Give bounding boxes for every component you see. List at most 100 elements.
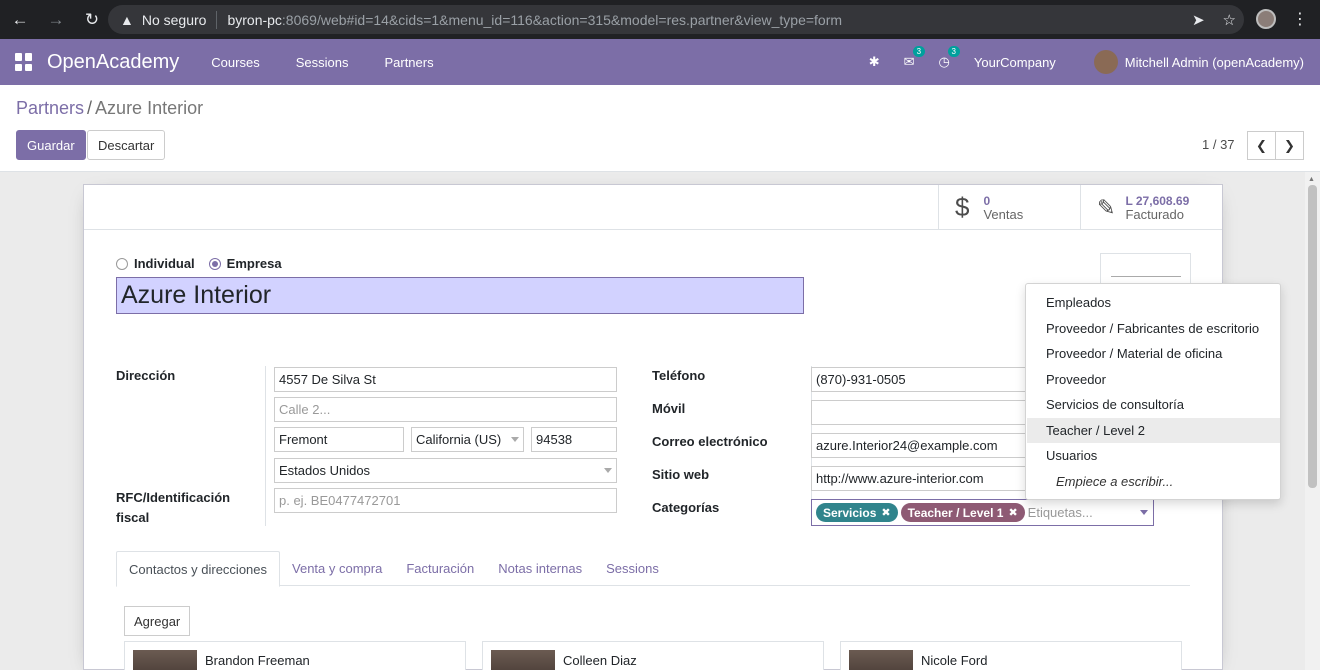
activity-clock-icon[interactable]: ◷ 3 [939, 46, 960, 70]
dropdown-option-highlighted[interactable]: Teacher / Level 2 [1027, 418, 1280, 443]
menu-courses[interactable]: Courses [211, 55, 279, 70]
dropdown-option[interactable]: Usuarios [1027, 443, 1280, 468]
add-contact-button[interactable]: Agregar [124, 606, 191, 636]
dropdown-option[interactable]: Proveedor [1027, 367, 1280, 392]
chevron-down-icon[interactable] [1140, 510, 1148, 515]
smart-button-box: $ 0 Ventas ✎ L 27,608.69 Facturado [84, 185, 1222, 230]
tab-sales-purchase[interactable]: Venta y compra [280, 551, 394, 586]
chevron-down-icon [511, 437, 519, 442]
state-value: California (US) [416, 432, 502, 447]
tag-label: Servicios [823, 505, 877, 520]
company-switcher[interactable]: YourCompany [974, 55, 1056, 70]
tags-placeholder[interactable]: Etiquetas... [1028, 505, 1093, 520]
label-vat-2: fiscal [116, 510, 150, 525]
forward-arrow-icon[interactable]: → [40, 4, 72, 36]
sales-count: 0 [983, 193, 991, 208]
contact-card[interactable]: Nicole Ford [840, 641, 1182, 670]
tab-sessions[interactable]: Sessions [594, 551, 671, 586]
send-icon[interactable]: ➤ [1192, 11, 1205, 29]
tab-internal-notes[interactable]: Notas internas [486, 551, 594, 586]
control-panel: Partners / Azure Interior Guardar Descarta… [0, 85, 1320, 172]
scroll-up-arrow-icon[interactable]: ▲ [1308, 176, 1315, 183]
breadcrumb-partners[interactable]: Partners [16, 98, 84, 118]
url-path: :8069/web#id=14&cids=1&menu_id=116&actio… [281, 11, 843, 28]
reload-icon[interactable]: ↻ [76, 4, 108, 36]
back-arrow-icon[interactable]: ← [4, 4, 36, 36]
contact-photo [491, 650, 555, 670]
discard-button[interactable]: Descartar [87, 130, 166, 160]
street-field[interactable]: 4557 De Silva St [274, 367, 617, 392]
zip-field[interactable]: 94538 [531, 427, 617, 452]
sales-label: Ventas [983, 206, 1024, 222]
star-icon[interactable]: ☆ [1223, 11, 1236, 29]
dropdown-create-hint[interactable]: Empiece a escribir... [1027, 469, 1280, 494]
activities-badge: 3 [947, 46, 960, 57]
invoiced-label: Facturado [1125, 206, 1184, 222]
pager-value[interactable]: 1 / 37 [1202, 137, 1235, 152]
tag-chip: Servicios ✖ [816, 503, 898, 522]
divider [265, 366, 266, 526]
kebab-menu-icon[interactable]: ⋮ [1292, 9, 1308, 29]
tag-remove-icon[interactable]: ✖ [881, 506, 890, 519]
url-text[interactable]: byron-pc:8069/web#id=14&cids=1&menu_id=1… [227, 12, 842, 28]
tab-invoicing[interactable]: Facturación [394, 551, 486, 586]
menu-sessions[interactable]: Sessions [296, 55, 369, 70]
vat-field[interactable]: p. ej. BE0477472701 [274, 488, 617, 513]
invoiced-smart-button[interactable]: ✎ L 27,608.69 Facturado [1080, 185, 1222, 230]
scrollbar-thumb[interactable] [1308, 185, 1317, 488]
save-button[interactable]: Guardar [16, 130, 86, 160]
contact-photo [133, 650, 197, 670]
tag-remove-icon[interactable]: ✖ [1008, 506, 1017, 519]
radio-company-label[interactable]: Empresa [227, 256, 282, 271]
city-field[interactable]: Fremont [274, 427, 404, 452]
contact-photo [849, 650, 913, 670]
browser-toolbar: ← → ↻ ▲ No seguro byron-pc:8069/web#id=1… [0, 0, 1320, 39]
label-email: Correo electrónico [652, 434, 768, 449]
insecure-label: No seguro [141, 11, 207, 28]
messages-badge: 3 [912, 46, 926, 57]
breadcrumb: Partners / Azure Interior [16, 98, 203, 119]
dropdown-option[interactable]: Proveedor / Fabricantes de escritorio [1027, 316, 1280, 341]
tag-label: Teacher / Level 1 [907, 505, 1004, 520]
contact-card[interactable]: Brandon Freeman [124, 641, 466, 670]
breadcrumb-separator: / [87, 98, 93, 118]
radio-individual-label[interactable]: Individual [134, 256, 195, 271]
sales-smart-button[interactable]: $ 0 Ventas [938, 185, 1080, 230]
categories-tags-input[interactable]: Servicios ✖ Teacher / Level 1 ✖ Etiquetas.… [811, 499, 1154, 526]
pager-previous-icon[interactable]: ❮ [1247, 131, 1276, 160]
street2-field[interactable]: Calle 2... [274, 397, 617, 422]
dropdown-option[interactable]: Proveedor / Material de oficina [1027, 341, 1280, 366]
bug-icon[interactable]: ✱ [869, 54, 880, 70]
label-phone: Teléfono [652, 368, 706, 383]
label-vat: RFC/Identificación [116, 490, 231, 505]
radio-individual[interactable] [116, 257, 128, 270]
apps-grid-icon[interactable] [15, 53, 33, 71]
company-type-radio-group: Individual Empresa [116, 256, 282, 271]
dropdown-option[interactable]: Empleados [1027, 290, 1280, 315]
warning-icon: ▲ [120, 11, 134, 28]
tab-contacts[interactable]: Contactos y direcciones [116, 551, 281, 587]
label-address: Dirección [116, 368, 176, 383]
menu-partners[interactable]: Partners [384, 55, 453, 70]
app-brand[interactable]: OpenAcademy [47, 51, 179, 74]
radio-company[interactable] [208, 257, 221, 270]
contact-name: Brandon Freeman [205, 653, 310, 668]
address-bar[interactable]: ▲ No seguro byron-pc:8069/web#id=14&cids… [108, 5, 1244, 34]
partner-name-input[interactable]: Azure Interior [116, 277, 804, 314]
dropdown-option[interactable]: Servicios de consultoría [1027, 392, 1280, 417]
pager-next-icon[interactable]: ❯ [1275, 131, 1304, 160]
messages-icon[interactable]: ✉ 3 [904, 46, 926, 70]
user-avatar[interactable] [1093, 50, 1118, 74]
categories-autocomplete-dropdown: Empleados Proveedor / Fabricantes de esc… [1025, 283, 1281, 500]
profile-avatar-icon[interactable] [1256, 9, 1276, 29]
contact-card[interactable]: Colleen Diaz [482, 641, 824, 670]
label-website: Sitio web [652, 467, 710, 482]
edit-square-icon: ✎ [1097, 194, 1116, 220]
country-select[interactable]: Estados Unidos [274, 458, 617, 483]
contact-name: Colleen Diaz [563, 653, 637, 668]
notebook-tabs: Contactos y direcciones Venta y compra F… [116, 551, 1190, 587]
state-select[interactable]: California (US) [411, 427, 524, 452]
invoiced-amount: L 27,608.69 [1125, 193, 1190, 208]
user-menu[interactable]: Mitchell Admin (openAcademy) [1125, 55, 1304, 70]
chevron-down-icon [604, 468, 612, 473]
